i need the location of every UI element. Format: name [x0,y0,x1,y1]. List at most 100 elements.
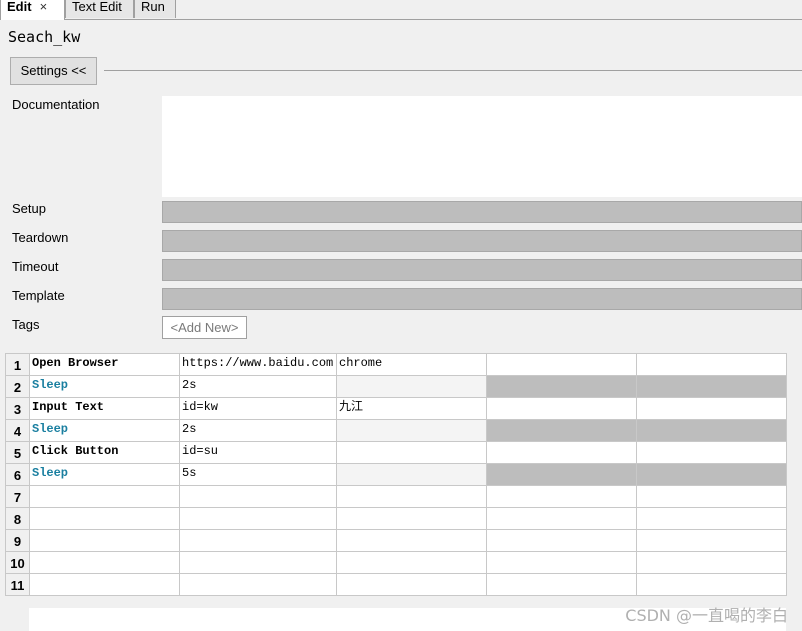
argument-cell[interactable] [336,529,487,552]
argument-cell[interactable] [486,397,637,420]
table-row[interactable]: 9 [5,529,787,552]
tab-edit-label: Edit [7,0,32,14]
keyword-cell[interactable] [29,485,180,508]
argument-cell[interactable] [486,551,637,574]
argument-cell[interactable] [636,573,787,596]
keyword-cell[interactable] [29,507,180,530]
keyword-cell[interactable] [29,573,180,596]
argument-cell[interactable] [486,419,637,442]
keyword-cell[interactable] [29,529,180,552]
row-number[interactable]: 3 [5,397,30,420]
steps-grid: 1 Open Browser https://www.baidu.com chrome… [5,353,787,596]
argument-cell[interactable] [486,353,637,376]
tab-bar: Edit × Text Edit Run [0,0,802,20]
argument-cell[interactable] [336,485,487,508]
row-number[interactable]: 7 [5,485,30,508]
table-row[interactable]: 7 [5,485,787,508]
argument-cell[interactable] [179,507,337,530]
row-number[interactable]: 8 [5,507,30,530]
argument-cell[interactable] [336,507,487,530]
watermark: CSDN @一直喝的李白 [625,606,788,625]
argument-cell[interactable] [336,419,487,442]
argument-cell[interactable]: id=su [179,441,337,464]
table-row[interactable]: 6 Sleep 5s [5,463,787,486]
argument-cell[interactable] [336,441,487,464]
argument-cell[interactable] [636,529,787,552]
row-number[interactable]: 1 [5,353,30,376]
keyword-cell[interactable]: Sleep [29,375,180,398]
tab-text-edit[interactable]: Text Edit [65,0,134,18]
row-number[interactable]: 4 [5,419,30,442]
table-row[interactable]: 2 Sleep 2s [5,375,787,398]
table-row[interactable]: 5 Click Button id=su [5,441,787,464]
argument-cell[interactable] [636,463,787,486]
argument-cell[interactable]: chrome [336,353,487,376]
table-row[interactable]: 4 Sleep 2s [5,419,787,442]
teardown-field[interactable] [162,230,802,252]
argument-cell[interactable]: 5s [179,463,337,486]
template-label: Template [12,288,65,303]
argument-cell[interactable] [636,507,787,530]
argument-cell[interactable] [486,485,637,508]
timeout-field[interactable] [162,259,802,281]
tab-edit[interactable]: Edit × [0,0,65,20]
argument-cell[interactable] [486,507,637,530]
timeout-label: Timeout [12,259,59,274]
row-number[interactable]: 6 [5,463,30,486]
keyword-cell[interactable]: Click Button [29,441,180,464]
argument-cell[interactable]: 2s [179,419,337,442]
argument-cell[interactable] [636,353,787,376]
close-icon[interactable]: × [40,0,48,14]
row-number[interactable]: 9 [5,529,30,552]
tab-text-edit-label: Text Edit [72,0,122,14]
argument-cell[interactable]: https://www.baidu.com [179,353,337,376]
table-row[interactable]: 11 [5,573,787,596]
row-number[interactable]: 11 [5,573,30,596]
argument-cell[interactable] [486,441,637,464]
table-row[interactable]: 1 Open Browser https://www.baidu.com chrome [5,353,787,376]
argument-cell[interactable] [636,551,787,574]
argument-cell[interactable] [336,463,487,486]
argument-cell[interactable] [486,529,637,552]
row-number[interactable]: 2 [5,375,30,398]
argument-cell[interactable] [486,573,637,596]
add-new-tag-button[interactable]: <Add New> [162,316,247,339]
argument-cell[interactable] [336,551,487,574]
template-field[interactable] [162,288,802,310]
argument-cell[interactable] [636,441,787,464]
argument-cell[interactable] [636,397,787,420]
argument-cell[interactable] [336,375,487,398]
table-row[interactable]: 3 Input Text id=kw 九江 [5,397,787,420]
setup-field[interactable] [162,201,802,223]
documentation-label: Documentation [12,97,100,112]
keyword-cell[interactable]: Sleep [29,419,180,442]
argument-cell[interactable] [486,463,637,486]
table-row[interactable]: 8 [5,507,787,530]
argument-cell[interactable] [179,529,337,552]
tags-label: Tags [12,317,40,332]
argument-cell[interactable] [336,573,487,596]
row-number[interactable]: 10 [5,551,30,574]
row-number[interactable]: 5 [5,441,30,464]
settings-button[interactable]: Settings << [10,57,97,85]
argument-cell[interactable] [179,551,337,574]
teardown-label: Teardown [12,230,69,245]
argument-cell[interactable]: id=kw [179,397,337,420]
argument-cell[interactable] [179,485,337,508]
keyword-cell[interactable]: Sleep [29,463,180,486]
keyword-cell[interactable]: Open Browser [29,353,180,376]
documentation-field[interactable] [162,96,802,197]
table-row[interactable]: 10 [5,551,787,574]
argument-cell[interactable]: 2s [179,375,337,398]
argument-cell[interactable] [636,375,787,398]
tab-run[interactable]: Run [134,0,176,18]
keyword-cell[interactable] [29,551,180,574]
argument-cell[interactable] [636,485,787,508]
argument-cell[interactable] [486,375,637,398]
argument-cell[interactable]: 九江 [336,397,487,420]
setup-label: Setup [12,201,46,216]
argument-cell[interactable] [179,573,337,596]
keyword-cell[interactable]: Input Text [29,397,180,420]
tab-run-label: Run [141,0,165,14]
argument-cell[interactable] [636,419,787,442]
